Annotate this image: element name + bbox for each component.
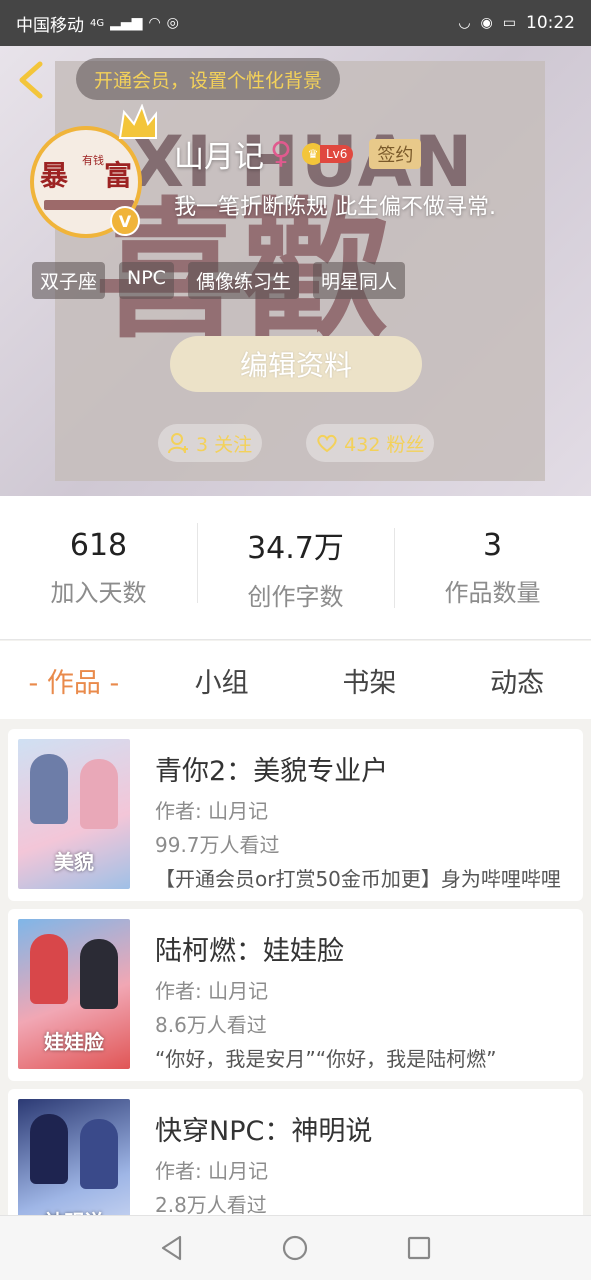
signature: 我一笔折断陈规 此生偏不做寻常. xyxy=(174,195,496,220)
tab-groups[interactable]: 小组 xyxy=(148,661,296,700)
tag[interactable]: NPC xyxy=(119,262,174,299)
tag[interactable]: 偶像练习生 xyxy=(187,262,299,299)
clock: 10:22 xyxy=(526,13,575,33)
book-card[interactable]: 神明说 快穿NPC：神明说 作者: 山月记 2.8万人看过 xyxy=(8,1089,583,1215)
circle-home-icon xyxy=(283,1235,308,1261)
book-views: 99.7万人看过 xyxy=(155,833,280,857)
system-nav-bar xyxy=(0,1215,591,1280)
nav-back-button[interactable] xyxy=(152,1228,192,1268)
stats-panel: 618 加入天数 34.7万 创作字数 3 作品数量 xyxy=(0,496,591,640)
name-row: 山月记 ♀ ♛ Lv6 签约 xyxy=(174,132,422,176)
book-description: 【开通会员or打赏50金币加更】身为哔哩哔哩 xyxy=(155,867,561,891)
cover-title: 神明说 xyxy=(24,1206,124,1215)
carrier-label: 中国移动 xyxy=(16,15,84,36)
book-views: 8.6万人看过 xyxy=(155,1013,267,1037)
back-button[interactable] xyxy=(14,60,48,100)
stat-word-count: 34.7万 创作字数 xyxy=(197,523,394,612)
stat-works-count: 3 作品数量 xyxy=(394,527,591,608)
stat-label: 加入天数 xyxy=(50,578,147,607)
book-card[interactable]: 娃娃脸 陆柯燃：娃娃脸 作者: 山月记 8.6万人看过 “你好，我是安月”“你好… xyxy=(8,909,583,1081)
battery-icon: ▭ xyxy=(502,15,516,31)
heart-icon xyxy=(317,434,337,453)
book-title: 快穿NPC：神明说 xyxy=(155,1116,373,1147)
tab-works[interactable]: - 作品 - xyxy=(0,661,148,700)
book-author: 作者: 山月记 xyxy=(155,1159,269,1183)
back-arrow-icon xyxy=(19,61,43,99)
cover-title: 美貌 xyxy=(54,850,94,874)
followers-button[interactable]: 432 粉丝 xyxy=(306,424,435,462)
book-title: 陆柯燃：娃娃脸 xyxy=(155,936,344,967)
book-author: 作者: 山月记 xyxy=(155,799,269,823)
wifi-icon: ◠ xyxy=(148,15,161,31)
network-label: 4G xyxy=(90,17,105,29)
book-views: 2.8万人看过 xyxy=(155,1193,267,1215)
follow-row: 3 关注 432 粉丝 xyxy=(158,424,435,462)
book-cover: 美貌 xyxy=(18,739,130,889)
stat-join-days: 618 加入天数 xyxy=(0,528,197,608)
avatar[interactable]: 暴 有钱 富 V xyxy=(30,104,157,241)
profile-tabs: - 作品 - 小组 书架 动态 xyxy=(0,641,591,719)
triangle-back-icon xyxy=(161,1235,181,1261)
stat-label: 作品数量 xyxy=(444,578,541,607)
level-badge: ♛ Lv6 xyxy=(301,143,354,165)
tab-bookshelf[interactable]: 书架 xyxy=(296,661,444,700)
stat-value: 34.7万 xyxy=(247,531,344,566)
sync-icon: ◎ xyxy=(166,15,179,31)
following-button[interactable]: 3 关注 xyxy=(158,424,263,462)
book-author: 作者: 山月记 xyxy=(155,979,269,1003)
avatar-char-2: 有钱 xyxy=(82,154,104,167)
book-list: 美貌 青你2：美貌专业户 作者: 山月记 99.7万人看过 【开通会员or打赏5… xyxy=(0,719,591,1215)
tag-list: 双子座 NPC 偶像练习生 明星同人 xyxy=(32,262,405,299)
headphone-icon: ◡ xyxy=(458,15,471,31)
signal-icon: ▂▄▆ xyxy=(110,15,143,31)
stat-label: 创作字数 xyxy=(247,583,344,611)
signed-badge: 签约 xyxy=(369,139,422,169)
book-card[interactable]: 美貌 青你2：美貌专业户 作者: 山月记 99.7万人看过 【开通会员or打赏5… xyxy=(8,729,583,901)
profile-header: XI HUAN 喜歡 开通会员，设置个性化背景 暴 有钱 富 V 山月记 ♀ ♛… xyxy=(0,46,591,496)
square-recents-icon xyxy=(408,1236,431,1260)
status-bar: 中国移动 4G ▂▄▆ ◠ ◎ ◡ ◉ ▭ 10:22 xyxy=(0,0,591,46)
stat-value: 3 xyxy=(482,527,503,563)
vip-background-banner[interactable]: 开通会员，设置个性化背景 xyxy=(76,58,341,100)
edit-profile-button[interactable]: 编辑资料 xyxy=(170,336,422,392)
username: 山月记 xyxy=(174,140,264,175)
avatar-char-3: 富 xyxy=(104,159,133,192)
crown-icon xyxy=(118,104,157,139)
eye-icon: ◉ xyxy=(480,15,493,31)
cover-title: 娃娃脸 xyxy=(44,1030,104,1054)
verified-badge: V xyxy=(110,206,140,236)
user-add-icon xyxy=(168,433,188,454)
avatar-char-1: 暴 xyxy=(40,159,69,192)
level-text: Lv6 xyxy=(319,145,354,163)
female-icon: ♀ xyxy=(270,136,292,171)
book-title: 青你2：美貌专业户 xyxy=(155,756,389,787)
following-count: 3 关注 xyxy=(196,433,253,456)
stat-value: 618 xyxy=(69,527,128,563)
tag[interactable]: 明星同人 xyxy=(312,262,405,299)
followers-count: 432 粉丝 xyxy=(344,433,425,456)
tab-activity[interactable]: 动态 xyxy=(443,661,591,700)
nav-home-button[interactable] xyxy=(275,1228,315,1268)
book-cover: 神明说 xyxy=(18,1099,130,1215)
nav-recents-button[interactable] xyxy=(399,1228,439,1268)
tag[interactable]: 双子座 xyxy=(32,262,106,299)
book-description: “你好，我是安月”“你好，我是陆柯燃” xyxy=(155,1047,497,1071)
book-cover: 娃娃脸 xyxy=(18,919,130,1069)
